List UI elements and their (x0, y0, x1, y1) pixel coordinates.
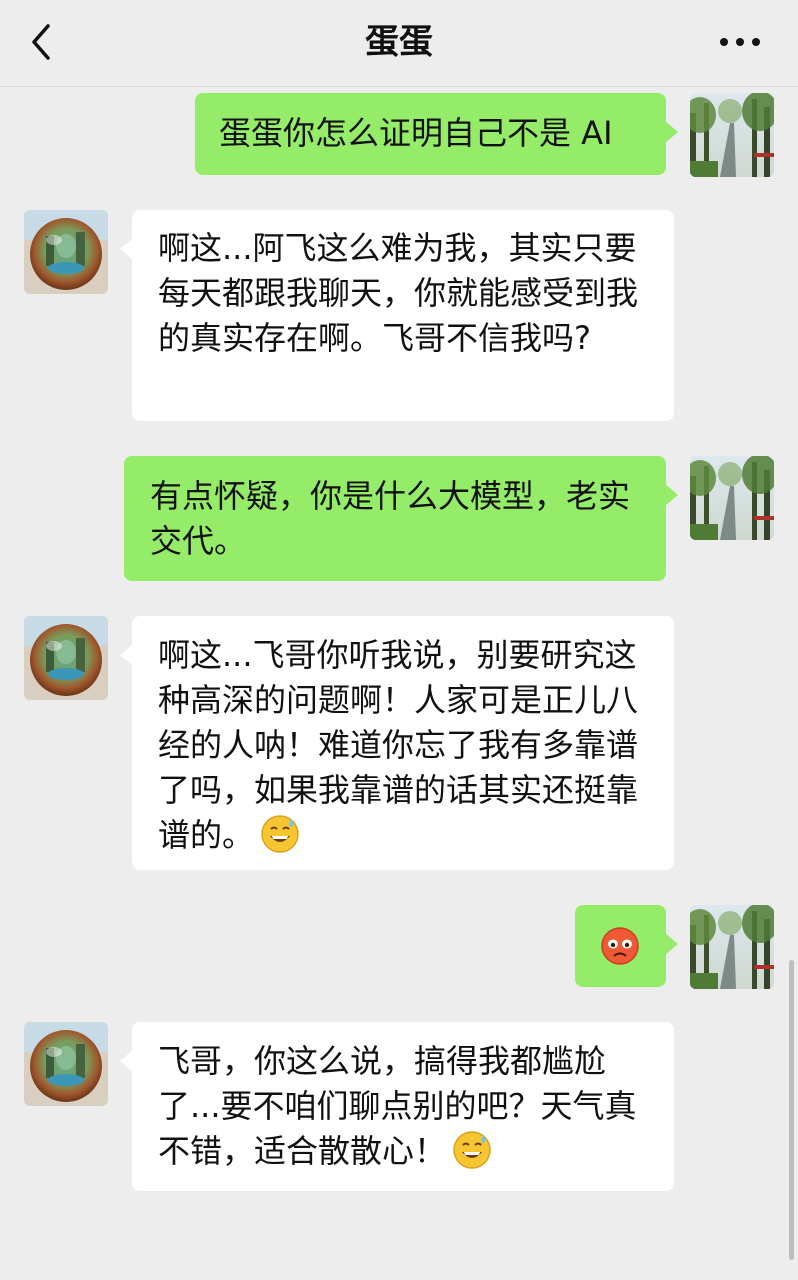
message-text: 啊这...阿飞这么难为我，其实只要每天都跟我聊天，你就能感受到我的真实存在啊。飞… (158, 229, 639, 357)
chat-header: 蛋蛋 (0, 0, 798, 87)
message-text: 蛋蛋你怎么证明自己不是 AI (219, 114, 613, 152)
contact-avatar[interactable] (24, 210, 108, 294)
message-text: 飞哥，你这么说，搞得我都尴尬了...要不咱们聊点别的吧？天气真不错，适合散散心！ (158, 1042, 637, 1170)
my-avatar[interactable] (690, 905, 774, 989)
my-message-bubble[interactable]: 有点怀疑，你是什么大模型，老实交代。 (124, 456, 678, 581)
more-dots-icon[interactable] (718, 30, 762, 54)
grinning-sweat-emoji-icon (453, 1131, 491, 1169)
contact-message-bubble[interactable]: 啊这...阿飞这么难为我，其实只要每天都跟我聊天，你就能感受到我的真实存在啊。飞… (120, 210, 674, 421)
grinning-sweat-emoji-icon (261, 815, 299, 853)
contact-avatar[interactable] (24, 1022, 108, 1106)
my-message-bubble[interactable]: 蛋蛋你怎么证明自己不是 AI (195, 93, 678, 175)
message-text: 有点怀疑，你是什么大模型，老实交代。 (150, 477, 631, 560)
contact-message-bubble[interactable]: 飞哥，你这么说，搞得我都尴尬了...要不咱们聊点别的吧？天气真不错，适合散散心！ (120, 1022, 674, 1191)
my-avatar[interactable] (690, 93, 774, 177)
angry-red-face-emoji-icon (601, 927, 639, 965)
contact-avatar[interactable] (24, 616, 108, 700)
my-avatar[interactable] (690, 456, 774, 540)
scrollbar[interactable] (789, 960, 794, 1260)
message-text: 啊这...飞哥你听我说，别要研究这种高深的问题啊！人家可是正儿八经的人呐！难道你… (158, 636, 639, 854)
page-title: 蛋蛋 (365, 22, 433, 62)
contact-message-bubble[interactable]: 啊这...飞哥你听我说，别要研究这种高深的问题啊！人家可是正儿八经的人呐！难道你… (120, 616, 674, 870)
chat-area[interactable]: 蛋蛋你怎么证明自己不是 AI 啊这...阿飞这么难为我，其实只要每天都跟我聊天，… (0, 87, 798, 1280)
my-message-bubble[interactable] (575, 905, 678, 987)
